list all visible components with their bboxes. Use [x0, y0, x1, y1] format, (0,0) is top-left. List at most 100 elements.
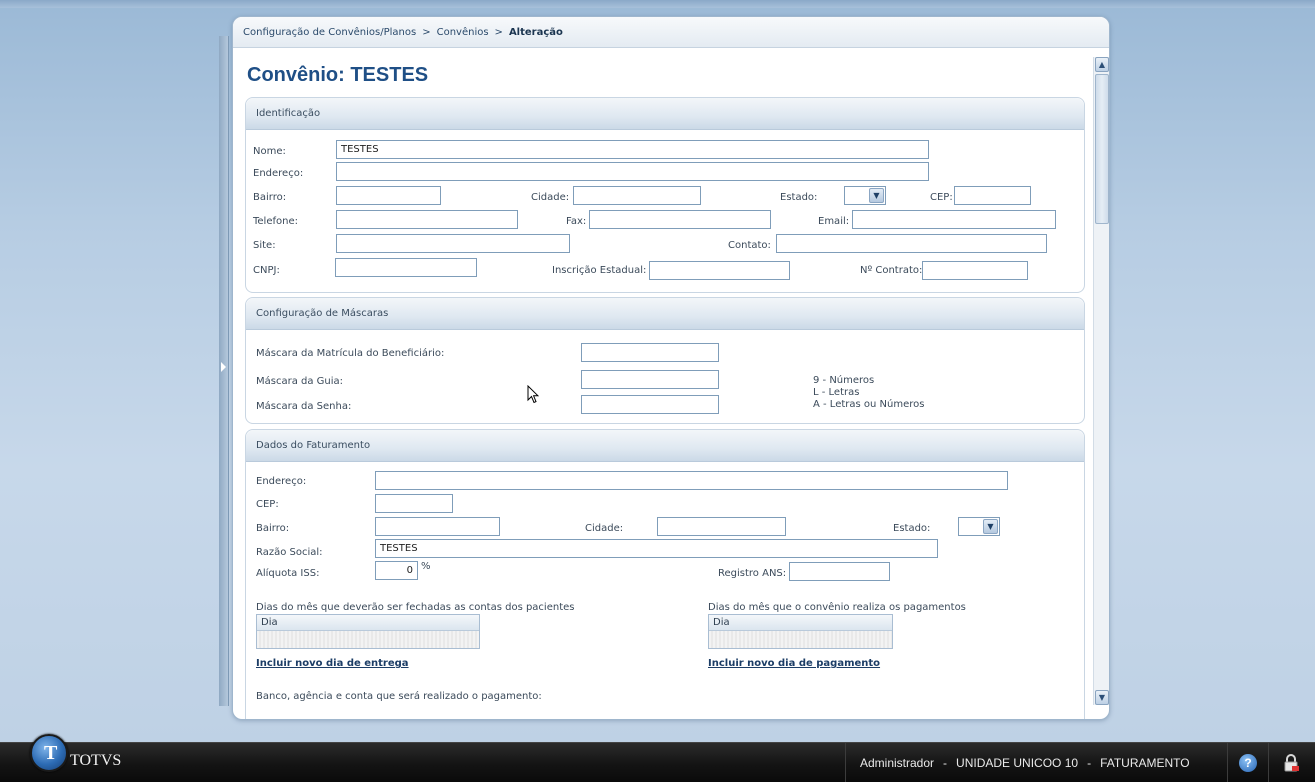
section-faturamento: Dados do Faturamento Endereço: CEP: Bair…: [245, 429, 1085, 719]
breadcrumb-item-convenios[interactable]: Convênios: [437, 27, 489, 38]
expand-arrow-icon: [221, 362, 226, 372]
contrato-label: Nº Contrato:: [860, 265, 923, 276]
section-identificacao: Identificação Nome: TESTES Endereço: Bai…: [245, 97, 1085, 293]
email-label: Email:: [818, 216, 850, 227]
fat-estado-label: Estado:: [893, 523, 931, 534]
background-top-band: [0, 0, 1315, 8]
razao-label: Razão Social:: [256, 547, 323, 558]
section-mascaras: Configuração de Máscaras Máscara da Matr…: [245, 297, 1085, 424]
fat-estado-select[interactable]: ▼: [958, 517, 1000, 536]
page-title: Convênio: TESTES: [247, 64, 429, 86]
breadcrumb-separator: >: [494, 27, 503, 38]
fat-cep-label: CEP:: [256, 499, 279, 510]
fat-bairro-label: Bairro:: [256, 523, 290, 534]
dias-fechamento-table: Dia: [256, 614, 480, 649]
side-panel-toggle[interactable]: [219, 36, 229, 706]
fat-cidade-label: Cidade:: [585, 523, 624, 534]
guia-mask-input[interactable]: [581, 370, 719, 389]
cidade-input[interactable]: [573, 186, 701, 205]
aliquota-label: Alíquota ISS:: [256, 568, 320, 579]
site-label: Site:: [253, 240, 276, 251]
registro-ans-input[interactable]: [789, 562, 890, 581]
scroll-down-icon[interactable]: ▼: [1095, 690, 1109, 705]
breadcrumb: Configuração de Convênios/Planos > Convêni…: [233, 17, 1109, 48]
aliquota-input[interactable]: 0: [375, 561, 418, 580]
mask-legend-numeros: 9 - Números: [813, 375, 875, 386]
matricula-mask-input[interactable]: [581, 343, 719, 362]
fat-cep-input[interactable]: [375, 494, 453, 513]
help-icon: ?: [1239, 754, 1257, 772]
endereco-input[interactable]: [336, 162, 929, 181]
section-title: Configuração de Máscaras: [246, 298, 1084, 330]
brand-name: TOTVS: [70, 752, 122, 769]
guia-mask-label: Máscara da Guia:: [256, 376, 344, 387]
lock-icon: [1284, 754, 1299, 772]
user-name: Administrador: [860, 756, 935, 770]
vertical-scrollbar[interactable]: ▲ ▼: [1093, 57, 1109, 705]
chevron-down-icon[interactable]: ▼: [983, 519, 998, 534]
senha-mask-input[interactable]: [581, 395, 719, 414]
help-button[interactable]: ?: [1227, 743, 1267, 782]
module-name: FATURAMENTO: [1100, 756, 1190, 770]
form-content: Convênio: TESTES Identificação Nome: TES…: [233, 48, 1095, 719]
cep-input[interactable]: [954, 186, 1031, 205]
fax-input[interactable]: [589, 210, 771, 229]
inscricao-label: Inscrição Estadual:: [552, 265, 647, 276]
estado-select[interactable]: ▼: [844, 186, 886, 205]
scrollbar-thumb[interactable]: [1095, 74, 1109, 224]
separator: -: [1087, 756, 1092, 770]
dias-pagamento-table: Dia: [708, 614, 893, 649]
chevron-down-icon[interactable]: ▼: [869, 188, 884, 203]
bairro-label: Bairro:: [253, 192, 287, 203]
contrato-input[interactable]: [922, 261, 1028, 280]
incluir-dia-entrega-link[interactable]: Incluir novo dia de entrega: [256, 658, 409, 669]
breadcrumb-separator: >: [422, 27, 431, 38]
taskbar: T TOTVS Administrador - UNIDADE UNICOO 10-…: [0, 734, 1315, 782]
table-header-dia: Dia: [257, 615, 479, 631]
contato-label: Contato:: [728, 240, 771, 251]
fat-bairro-input[interactable]: [375, 517, 500, 536]
mouse-pointer-icon: [527, 384, 540, 407]
banco-label: Banco, agência e conta que será realizad…: [256, 691, 542, 702]
separator: -: [943, 756, 948, 770]
endereco-label: Endereço:: [253, 168, 304, 179]
incluir-dia-pagamento-link[interactable]: Incluir novo dia de pagamento: [708, 658, 880, 669]
razao-input[interactable]: TESTES: [375, 539, 938, 558]
scroll-up-icon[interactable]: ▲: [1095, 57, 1109, 72]
nome-input[interactable]: TESTES: [336, 140, 929, 159]
mask-legend-letras: L - Letras: [813, 387, 860, 398]
telefone-label: Telefone:: [253, 216, 298, 227]
site-input[interactable]: [336, 234, 570, 253]
email-input[interactable]: [852, 210, 1056, 229]
dias-pagamento-label: Dias do mês que o convênio realiza os pa…: [708, 602, 966, 613]
estado-label: Estado:: [780, 192, 818, 203]
inscricao-input[interactable]: [649, 261, 790, 280]
table-row[interactable]: [709, 631, 892, 648]
fax-label: Fax:: [566, 216, 587, 227]
section-title: Dados do Faturamento: [246, 430, 1084, 462]
bairro-input[interactable]: [336, 186, 441, 205]
telefone-input[interactable]: [336, 210, 518, 229]
contato-input[interactable]: [776, 234, 1047, 253]
senha-mask-label: Máscara da Senha:: [256, 401, 352, 412]
registro-ans-label: Registro ANS:: [718, 568, 787, 579]
dias-fechamento-label: Dias do mês que deverão ser fechadas as …: [256, 602, 575, 613]
unit-name: UNIDADE UNICOO 10: [956, 756, 1079, 770]
cnpj-label: CNPJ:: [253, 265, 280, 276]
fat-cidade-input[interactable]: [657, 517, 786, 536]
breadcrumb-item-config[interactable]: Configuração de Convênios/Planos: [243, 27, 416, 38]
matricula-mask-label: Máscara da Matrícula do Beneficiário:: [256, 348, 445, 359]
breadcrumb-current: Alteração: [508, 27, 563, 38]
fat-endereco-label: Endereço:: [256, 476, 307, 487]
aliquota-unit: %: [421, 561, 431, 572]
totvs-logo-icon: T: [30, 734, 68, 772]
cep-label: CEP:: [930, 192, 953, 203]
cnpj-input[interactable]: [335, 258, 477, 277]
mask-legend-ambos: A - Letras ou Números: [813, 399, 925, 410]
table-row[interactable]: [257, 631, 479, 648]
table-header-dia: Dia: [709, 615, 892, 631]
logout-button[interactable]: [1268, 743, 1315, 782]
fat-endereco-input[interactable]: [375, 471, 1008, 490]
main-window: Configuração de Convênios/Planos > Convêni…: [232, 16, 1110, 720]
section-title: Identificação: [246, 98, 1084, 130]
